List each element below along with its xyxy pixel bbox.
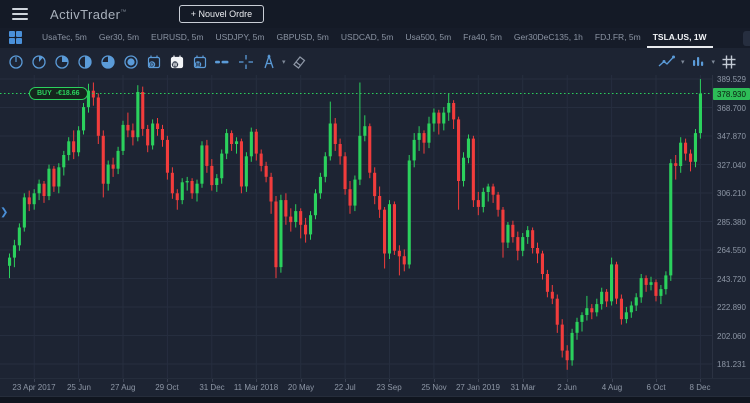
add-chart-button[interactable]: +Ajouter un Graphique [743, 31, 750, 46]
tab-usa500-5m[interactable]: Usa500, 5m [399, 28, 457, 48]
app-title: ActivTrader [50, 7, 120, 22]
eraser-icon[interactable] [288, 51, 311, 73]
buy-position-pnl: -€18.66 [56, 90, 80, 97]
time-axis-tick [79, 379, 80, 382]
tick-chart-icon[interactable] [211, 51, 234, 73]
chart-tabbar: UsaTec, 5mGer30, 5mEURUSD, 5mUSDJPY, 5mG… [0, 28, 750, 48]
time-axis-tick [434, 379, 435, 382]
tf-day-calendar-icon[interactable]: D [142, 51, 165, 73]
time-axis[interactable]: 23 Apr 201725 Jun27 Aug29 Oct31 Dec11 Ma… [0, 378, 750, 396]
time-axis-tick [301, 379, 302, 382]
bottom-strip [0, 396, 750, 403]
toolbar-right: ▾ ▾ [656, 51, 750, 73]
tab-gbpusd-5m[interactable]: GBPUSD, 5m [270, 28, 334, 48]
time-axis-tick [389, 379, 390, 382]
time-axis-tick [612, 379, 613, 382]
tf-5min-icon[interactable] [27, 51, 50, 73]
window-layout-icon[interactable] [9, 31, 22, 45]
tab-ger30-5m[interactable]: Ger30, 5m [93, 28, 145, 48]
candlestick-chart[interactable] [0, 75, 712, 378]
price-axis[interactable]: 389.529 368.700 347.870 327.040 306.210 285.3… [712, 75, 750, 378]
price-axis-label: 368.700 [717, 104, 746, 113]
tab-usdcad-5m[interactable]: USDCAD, 5m [335, 28, 399, 48]
price-axis-label: 202.060 [717, 332, 746, 341]
trademark: ™ [120, 9, 126, 15]
tf-15min-icon[interactable] [50, 51, 73, 73]
buy-position-badge[interactable]: BUY -€18.66 [29, 87, 88, 100]
tab-usdjpy-5m[interactable]: USDJPY, 5m [209, 28, 270, 48]
expand-sidebar-chevron-icon[interactable]: ❯ [0, 207, 8, 218]
time-axis-tick [167, 379, 168, 382]
tf-week-calendar-icon[interactable]: W [165, 51, 188, 73]
chart-toolbar: D W M ▾ ▾ ▾ [0, 48, 750, 75]
indicators-icon[interactable] [686, 51, 709, 73]
price-axis-label: 222.890 [717, 303, 746, 312]
time-axis-tick [212, 379, 213, 382]
tf-month-calendar-icon[interactable]: M [188, 51, 211, 73]
price-axis-label: 285.380 [717, 218, 746, 227]
drawing-compass-icon[interactable] [257, 51, 280, 73]
price-axis-label: 264.550 [717, 246, 746, 255]
tab-usatec-5m[interactable]: UsaTec, 5m [36, 28, 93, 48]
indicators-caret-icon[interactable]: ▾ [711, 58, 715, 66]
svg-text:W: W [172, 62, 177, 68]
activtrader-app: ActivTrader™ + Nouvel Ordre UsaTec, 5mGe… [0, 0, 750, 403]
tab-ger30dec135-1h[interactable]: Ger30DeC135, 1h [508, 28, 589, 48]
crosshair-icon[interactable] [234, 51, 257, 73]
tf-1hour-icon[interactable] [96, 51, 119, 73]
price-axis-label: 347.870 [717, 132, 746, 141]
new-order-button[interactable]: + Nouvel Ordre [179, 5, 264, 23]
svg-text:M: M [195, 62, 199, 68]
tf-4hour-icon[interactable] [119, 51, 142, 73]
current-price-badge: 378.930 [713, 88, 750, 100]
chart-area[interactable]: 389.529 368.700 347.870 327.040 306.210 285.3… [0, 75, 750, 378]
tab-eurusd-5m[interactable]: EURUSD, 5m [145, 28, 209, 48]
drawing-tools-caret-icon[interactable]: ▾ [282, 58, 286, 66]
header: ActivTrader™ + Nouvel Ordre [0, 0, 750, 28]
chart-tabs: UsaTec, 5mGer30, 5mEURUSD, 5mUSDJPY, 5mG… [36, 28, 727, 48]
time-axis-tick [567, 379, 568, 382]
time-axis-tick [523, 379, 524, 382]
chart-panel: D W M ▾ ▾ ▾ 389.529 368.700 347.870 327.040… [0, 48, 750, 403]
tab-fdj-fr-5m[interactable]: FDJ.FR, 5m [589, 28, 647, 48]
price-axis-label: 181.231 [717, 360, 746, 369]
time-axis-tick [256, 379, 257, 382]
price-axis-label: 243.720 [717, 275, 746, 284]
tab-fra40-5m[interactable]: Fra40, 5m [457, 28, 508, 48]
price-axis-label: 306.210 [717, 189, 746, 198]
chart-type-icon[interactable] [656, 51, 679, 73]
chart-type-caret-icon[interactable]: ▾ [681, 58, 685, 66]
time-axis-tick [123, 379, 124, 382]
app-logo: ActivTrader™ [50, 7, 127, 22]
buy-position-label: BUY [37, 90, 52, 97]
time-axis-tick [34, 379, 35, 382]
price-axis-label: 327.040 [717, 161, 746, 170]
time-axis-label: 8 Dec [660, 383, 740, 392]
time-axis-tick [700, 379, 701, 382]
svg-text:D: D [150, 62, 154, 68]
tf-30min-icon[interactable] [73, 51, 96, 73]
time-axis-tick [656, 379, 657, 382]
menu-icon[interactable] [12, 8, 28, 20]
grid-layout-icon[interactable] [717, 51, 740, 73]
time-axis-tick [478, 379, 479, 382]
tab-tsla-us-1w[interactable]: TSLA.US, 1W [647, 28, 713, 48]
tf-1min-icon[interactable] [4, 51, 27, 73]
price-axis-label: 389.529 [717, 75, 746, 84]
time-axis-tick [345, 379, 346, 382]
